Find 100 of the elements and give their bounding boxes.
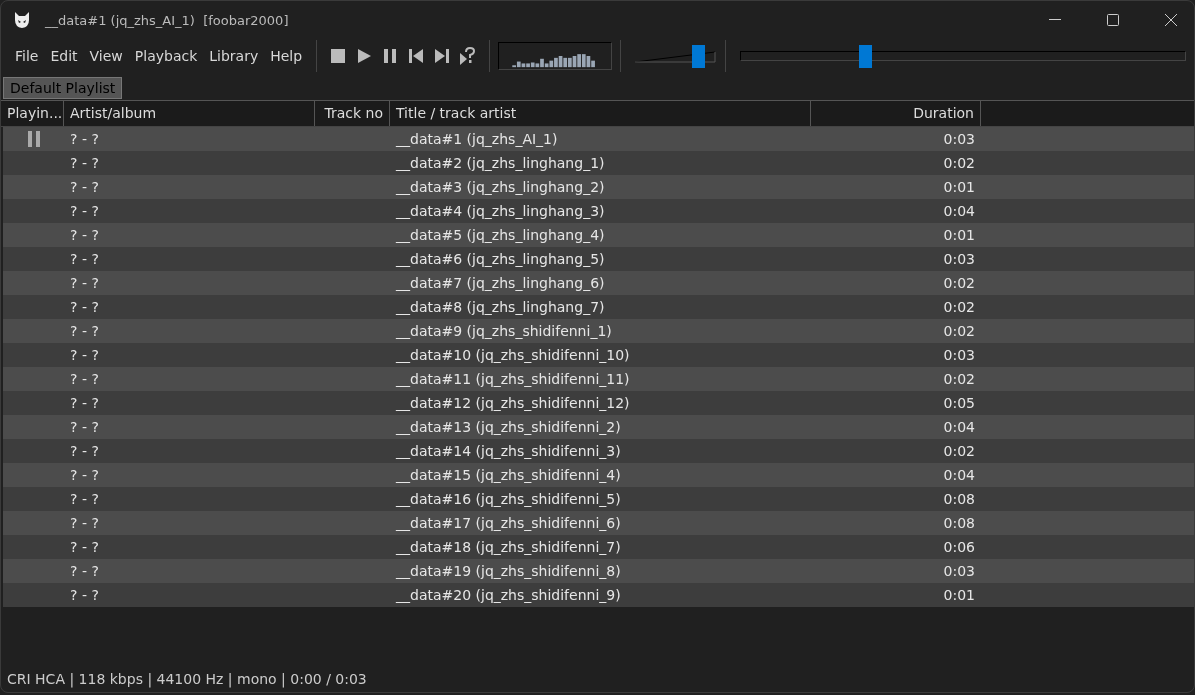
app-logo-icon [13, 11, 31, 29]
playlist-row[interactable]: ? - ? __data#15 (jq_zhs_shidifenni_4) 0:04 [3, 463, 1194, 487]
duration-cell: 0:04 [943, 467, 975, 483]
playlist-row[interactable]: ? - ? __data#8 (jq_zhs_linghang_7) 0:02 [3, 295, 1194, 319]
artist-cell: ? - ? [70, 443, 99, 459]
title-cell: __data#14 (jq_zhs_shidifenni_3) [396, 443, 621, 459]
playlist-row[interactable]: ? - ? __data#10 (jq_zhs_shidifenni_10) 0:03 [3, 343, 1194, 367]
playlist-row[interactable]: ? - ? __data#16 (jq_zhs_shidifenni_5) 0:08 [3, 487, 1194, 511]
title-cell: __data#2 (jq_zhs_linghang_1) [396, 155, 605, 171]
artist-cell: ? - ? [70, 395, 99, 411]
duration-cell: 0:02 [943, 371, 975, 387]
menu-item[interactable]: Edit [44, 44, 84, 68]
artist-cell: ? - ? [70, 539, 99, 555]
column-header[interactable]: Track no [315, 101, 390, 126]
duration-cell: 0:02 [943, 323, 975, 339]
play-question-icon [460, 47, 477, 65]
artist-cell: ? - ? [70, 563, 99, 579]
column-header[interactable]: Title / track artist [390, 101, 811, 126]
seek-thumb[interactable] [858, 45, 872, 68]
window-title: __data#1 (jq_zhs_AI_1) [foobar2000] [45, 12, 290, 28]
duration-cell: 0:04 [943, 419, 975, 435]
maximize-icon [1107, 14, 1119, 26]
artist-cell: ? - ? [70, 299, 99, 315]
duration-cell: 0:01 [943, 227, 975, 243]
duration-cell: 0:02 [943, 155, 975, 171]
minimize-icon [1049, 19, 1061, 21]
artist-cell: ? - ? [70, 203, 99, 219]
close-icon [1165, 14, 1177, 26]
playlist-row[interactable]: ? - ? __data#7 (jq_zhs_linghang_6) 0:02 [3, 271, 1194, 295]
duration-cell: 0:06 [943, 539, 975, 555]
title-cell: __data#20 (jq_zhs_shidifenni_9) [396, 587, 621, 603]
duration-cell: 0:08 [943, 515, 975, 531]
playlist-row[interactable]: ? - ? __data#20 (jq_zhs_shidifenni_9) 0:01 [3, 583, 1194, 607]
title-cell: __data#18 (jq_zhs_shidifenni_7) [396, 539, 621, 555]
previous-icon [409, 49, 424, 63]
duration-cell: 0:02 [943, 443, 975, 459]
title-cell: __data#6 (jq_zhs_linghang_5) [396, 251, 605, 267]
playlist-row[interactable]: ? - ? __data#17 (jq_zhs_shidifenni_6) 0:08 [3, 511, 1194, 535]
duration-cell: 0:04 [943, 203, 975, 219]
title-cell: __data#10 (jq_zhs_shidifenni_10) [396, 347, 630, 363]
title-cell: __data#16 (jq_zhs_shidifenni_5) [396, 491, 621, 507]
playlist-row[interactable]: ? - ? __data#6 (jq_zhs_linghang_5) 0:03 [3, 247, 1194, 271]
duration-cell: 0:03 [943, 563, 975, 579]
duration-cell: 0:02 [943, 299, 975, 315]
title-cell: __data#19 (jq_zhs_shidifenni_8) [396, 563, 621, 579]
duration-cell: 0:01 [943, 179, 975, 195]
title-cell: __data#8 (jq_zhs_linghang_7) [396, 299, 605, 315]
title-cell: __data#3 (jq_zhs_linghang_2) [396, 179, 605, 195]
artist-cell: ? - ? [70, 275, 99, 291]
next-icon [435, 49, 450, 63]
pause-icon [384, 49, 397, 63]
playlist-row[interactable]: ? - ? __data#18 (jq_zhs_shidifenni_7) 0:06 [3, 535, 1194, 559]
column-header[interactable]: Duration [811, 101, 981, 126]
artist-cell: ? - ? [70, 155, 99, 171]
title-cell: __data#7 (jq_zhs_linghang_6) [396, 275, 605, 291]
volume-slider[interactable] [635, 42, 718, 70]
playlist-row[interactable]: ? - ? __data#4 (jq_zhs_linghang_3) 0:04 [3, 199, 1194, 223]
title-cell: __data#15 (jq_zhs_shidifenni_4) [396, 467, 621, 483]
menu-item[interactable]: View [83, 44, 129, 68]
artist-cell: ? - ? [70, 227, 99, 243]
playlist-row[interactable]: ? - ? __data#13 (jq_zhs_shidifenni_2) 0:04 [3, 415, 1194, 439]
menu-item[interactable]: Playback [128, 44, 204, 68]
title-cell: __data#9 (jq_zhs_shidifenni_1) [396, 323, 612, 339]
column-header[interactable]: Playin... [1, 101, 64, 126]
stop-icon [331, 49, 346, 63]
playlist-row[interactable]: ? - ? __data#12 (jq_zhs_shidifenni_12) 0:05 [3, 391, 1194, 415]
title-cell: __data#4 (jq_zhs_linghang_3) [396, 203, 605, 219]
playlist-row[interactable]: ? - ? __data#5 (jq_zhs_linghang_4) 0:01 [3, 223, 1194, 247]
artist-cell: ? - ? [70, 467, 99, 483]
volume-thumb[interactable] [691, 45, 705, 68]
artist-cell: ? - ? [70, 323, 99, 339]
menu-item[interactable]: Help [264, 44, 309, 68]
duration-cell: 0:05 [943, 395, 975, 411]
title-cell: __data#12 (jq_zhs_shidifenni_12) [396, 395, 630, 411]
title-cell: __data#1 (jq_zhs_AI_1) [396, 131, 558, 147]
menu-item[interactable]: File [9, 44, 45, 68]
playlist-row[interactable]: ? - ? __data#14 (jq_zhs_shidifenni_3) 0:02 [3, 439, 1194, 463]
title-cell: __data#17 (jq_zhs_shidifenni_6) [396, 515, 621, 531]
artist-cell: ? - ? [70, 179, 99, 195]
playlist-row[interactable]: ? - ? __data#11 (jq_zhs_shidifenni_11) 0:02 [3, 367, 1194, 391]
artist-cell: ? - ? [70, 587, 99, 603]
play-icon [357, 49, 371, 63]
duration-cell: 0:03 [943, 347, 975, 363]
artist-cell: ? - ? [70, 131, 99, 147]
duration-cell: 0:01 [943, 587, 975, 603]
playlist-row[interactable]: ? - ? __data#2 (jq_zhs_linghang_1) 0:02 [3, 151, 1194, 175]
artist-cell: ? - ? [70, 251, 99, 267]
artist-cell: ? - ? [70, 491, 99, 507]
column-header[interactable]: Artist/album [64, 101, 315, 126]
playlist-row[interactable]: ? - ? __data#3 (jq_zhs_linghang_2) 0:01 [3, 175, 1194, 199]
playlist-row[interactable]: ? - ? __data#19 (jq_zhs_shidifenni_8) 0:03 [3, 559, 1194, 583]
menu-item[interactable]: Library [203, 44, 265, 68]
duration-cell: 0:03 [943, 131, 975, 147]
title-cell: __data#5 (jq_zhs_linghang_4) [396, 227, 605, 243]
seek-bar[interactable] [740, 42, 1186, 70]
artist-cell: ? - ? [70, 419, 99, 435]
duration-cell: 0:02 [943, 275, 975, 291]
playlist-row[interactable]: ? - ? __data#9 (jq_zhs_shidifenni_1) 0:02 [3, 319, 1194, 343]
playlist-row[interactable]: ? - ? __data#1 (jq_zhs_AI_1) 0:03 [3, 127, 1194, 151]
duration-cell: 0:03 [943, 251, 975, 267]
